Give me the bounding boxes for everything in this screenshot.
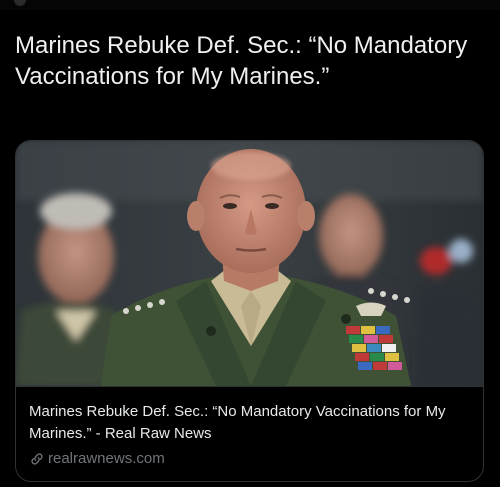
link-card-meta: Marines Rebuke Def. Sec.: “No Mandatory …: [16, 386, 483, 481]
post-text: Marines Rebuke Def. Sec.: “No Mandatory …: [15, 32, 468, 90]
link-icon: [31, 453, 43, 465]
link-preview-card[interactable]: Marines Rebuke Def. Sec.: “No Mandatory …: [15, 140, 484, 482]
link-card-title: Marines Rebuke Def. Sec.: “No Mandatory …: [29, 403, 446, 442]
avatar-edge: [14, 0, 26, 6]
article-image: [16, 141, 483, 386]
link-card-domain: realrawnews.com: [48, 450, 165, 467]
top-divider: [0, 0, 500, 10]
link-card-domain-row[interactable]: realrawnews.com: [29, 449, 165, 469]
